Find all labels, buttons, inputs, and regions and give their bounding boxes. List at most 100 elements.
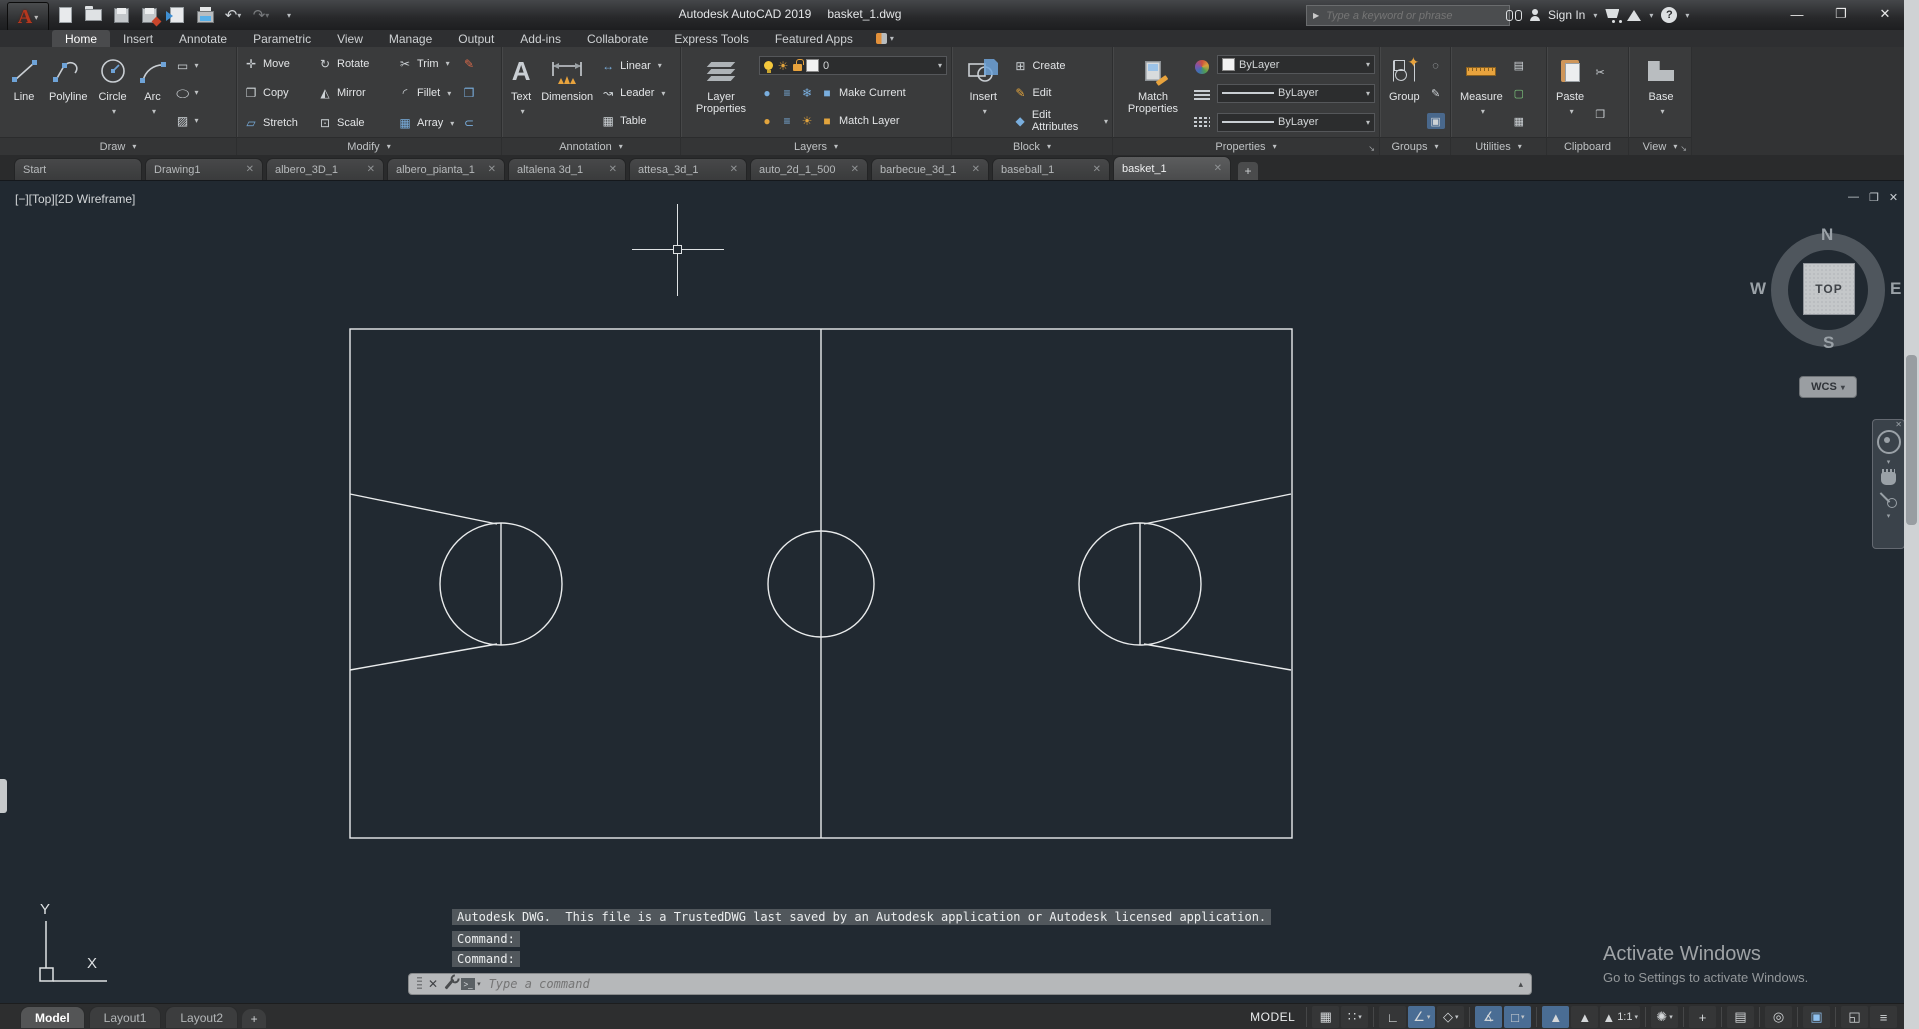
select-similar-button[interactable]: ▢ — [1510, 85, 1528, 101]
viewcube-east[interactable]: E — [1890, 279, 1901, 299]
annotation-scale-button[interactable]: ▲ 1:1 ▾ — [1600, 1006, 1640, 1028]
text-button[interactable]: A Text — [508, 50, 534, 137]
tab-manage[interactable]: Manage — [376, 30, 445, 47]
color-wheel-icon[interactable] — [1195, 60, 1209, 75]
ungroup-button[interactable]: ◌ — [1427, 58, 1445, 74]
tab-collaborate[interactable]: Collaborate — [574, 30, 661, 47]
panel-label-properties[interactable]: Properties ↘ — [1113, 137, 1379, 155]
autohide-panel-handle[interactable] — [0, 779, 7, 813]
copy-button[interactable]: ❐ Copy — [243, 83, 315, 103]
history-up-icon[interactable]: ▴ — [1518, 979, 1523, 990]
file-tab-albero-pianta[interactable]: albero_pianta_1 ✕ — [387, 158, 505, 180]
object-snap-toggle[interactable]: □ ▾ — [1504, 1006, 1532, 1028]
dimension-button[interactable]: Dimension — [538, 50, 596, 137]
measure-button[interactable]: Measure — [1457, 50, 1506, 137]
viewcube-north[interactable]: N — [1821, 225, 1833, 245]
rotate-button[interactable]: ↻ Rotate — [317, 54, 395, 74]
file-tab-altalena[interactable]: altalena 3d_1 ✕ — [508, 158, 626, 180]
tab-insert[interactable]: Insert — [110, 30, 166, 47]
help-button[interactable]: ? — [1661, 7, 1678, 23]
stretch-button[interactable]: ▱ Stretch — [243, 113, 315, 133]
model-space-button[interactable]: MODEL — [1244, 1010, 1301, 1024]
viewport-controls[interactable]: [−][Top][2D Wireframe] — [15, 192, 135, 206]
isometric-drafting-toggle[interactable]: ◇ ▾ — [1437, 1006, 1465, 1028]
chevron-down-icon[interactable]: ▾ — [1685, 11, 1689, 20]
redo-button[interactable]: ↷ ▾ — [250, 4, 272, 26]
graphics-performance-button[interactable]: ▣ — [1803, 1006, 1830, 1028]
grid-toggle[interactable]: ▦ — [1312, 1006, 1340, 1028]
close-button[interactable]: ✕ — [1863, 0, 1907, 28]
new-file-button[interactable] — [54, 4, 76, 26]
offset-button[interactable]: ⊂ — [461, 113, 477, 133]
panel-label-view[interactable]: View ↘ — [1629, 137, 1691, 155]
autodesk-exchange-icon[interactable] — [1627, 9, 1642, 21]
panel-label-layers[interactable]: Layers — [681, 137, 951, 155]
drawing-canvas[interactable]: [−][Top][2D Wireframe] — ❐ ✕ N W E S TOP… — [0, 180, 1905, 1004]
explode-button[interactable]: ❒ — [461, 83, 477, 103]
group-selection-toggle[interactable]: ▣ — [1426, 113, 1445, 130]
panel-label-block[interactable]: Block — [952, 137, 1112, 155]
doc-restore-button[interactable]: ❐ — [1869, 191, 1879, 204]
file-tab-basket[interactable]: basket_1 ✕ — [1113, 156, 1231, 180]
create-block-button[interactable]: ⊞ Create — [1012, 56, 1108, 76]
tab-view[interactable]: View — [324, 30, 376, 47]
panel-label-groups[interactable]: Groups — [1380, 137, 1450, 155]
tab-layout2[interactable]: Layout2 — [165, 1006, 239, 1028]
close-icon[interactable]: ✕ — [246, 164, 254, 175]
snap-toggle[interactable]: ∷ ▾ — [1341, 1006, 1369, 1028]
viewcube-south[interactable]: S — [1823, 333, 1834, 353]
move-button[interactable]: ✛ Move — [243, 54, 315, 74]
object-color-select[interactable]: ByLayer ▾ — [1217, 55, 1375, 75]
command-input-bar[interactable]: ✕ >_▾ ▴ — [408, 973, 1532, 995]
tab-express-tools[interactable]: Express Tools — [661, 30, 761, 47]
ellipse-button[interactable]: ◯ ▾ — [175, 83, 199, 103]
edit-block-button[interactable]: ✎ Edit — [1012, 83, 1108, 103]
viewcube-top-face[interactable]: TOP — [1803, 263, 1855, 315]
erase-button[interactable]: ✎ — [461, 54, 477, 74]
layer-properties-button[interactable]: Layer Properties — [687, 50, 755, 137]
polyline-button[interactable]: Polyline — [46, 50, 91, 137]
base-button[interactable]: Base — [1645, 50, 1677, 137]
file-tab-albero-3d[interactable]: albero_3D_1 ✕ — [266, 158, 384, 180]
close-icon[interactable]: ✕ — [1093, 164, 1101, 175]
insert-block-button[interactable]: Insert — [958, 50, 1008, 137]
make-current-button[interactable]: ● ≡ ❄ ■ Make Current — [759, 83, 947, 103]
leader-button[interactable]: ↝ Leader — [600, 83, 665, 103]
clean-screen-button[interactable]: ◱ — [1841, 1006, 1868, 1028]
chevron-down-icon[interactable]: ▾ — [1887, 459, 1891, 466]
tab-home[interactable]: Home — [52, 30, 111, 47]
connect-button[interactable]: ▾ — [875, 30, 894, 47]
close-icon[interactable]: ✕ — [609, 164, 617, 175]
search-icon[interactable] — [1506, 9, 1522, 21]
dialog-launcher-icon[interactable]: ↘ — [1680, 144, 1687, 153]
app-store-cart-button[interactable] — [1605, 9, 1620, 23]
tab-featured-apps[interactable]: Featured Apps — [762, 30, 866, 47]
table-button[interactable]: ▦ Table — [600, 111, 665, 131]
tab-add-ins[interactable]: Add-ins — [507, 30, 574, 47]
close-icon[interactable]: ✕ — [367, 164, 375, 175]
quick-select-button[interactable]: ▤ — [1510, 58, 1528, 74]
open-button[interactable] — [82, 4, 104, 26]
linear-dimension-button[interactable]: ↔ Linear — [600, 56, 665, 76]
qat-customize-button[interactable]: ▾ — [278, 4, 300, 26]
minimize-button[interactable]: — — [1775, 0, 1819, 28]
file-tab-baseball[interactable]: baseball_1 ✕ — [992, 158, 1110, 180]
mirror-button[interactable]: ◭ Mirror — [317, 83, 395, 103]
panel-label-clipboard[interactable]: Clipboard — [1547, 137, 1628, 155]
search-expand-icon[interactable]: ▶ — [1313, 11, 1319, 20]
close-icon[interactable]: ✕ — [428, 977, 438, 991]
match-layer-button[interactable]: ● ≡ ☀ ■ Match Layer — [759, 111, 947, 131]
drag-handle[interactable] — [417, 977, 422, 991]
fillet-button[interactable]: ◜ Fillet — [397, 83, 459, 103]
plot-button[interactable] — [194, 4, 216, 26]
wrench-customize-icon[interactable] — [444, 978, 455, 990]
chevron-down-icon[interactable]: ▾ — [1649, 11, 1653, 20]
panel-label-annotation[interactable]: Annotation — [502, 137, 680, 155]
layer-select[interactable]: ☀ 0 ▾ — [759, 56, 947, 75]
chevron-down-icon[interactable]: ▾ — [1887, 513, 1891, 520]
paste-button[interactable]: Paste — [1553, 50, 1587, 137]
tab-output[interactable]: Output — [445, 30, 507, 47]
annotation-monitor-toggle[interactable]: + — [1689, 1006, 1716, 1028]
edit-attributes-button[interactable]: ◆ Edit Attributes — [1012, 109, 1108, 133]
tab-annotate[interactable]: Annotate — [166, 30, 240, 47]
